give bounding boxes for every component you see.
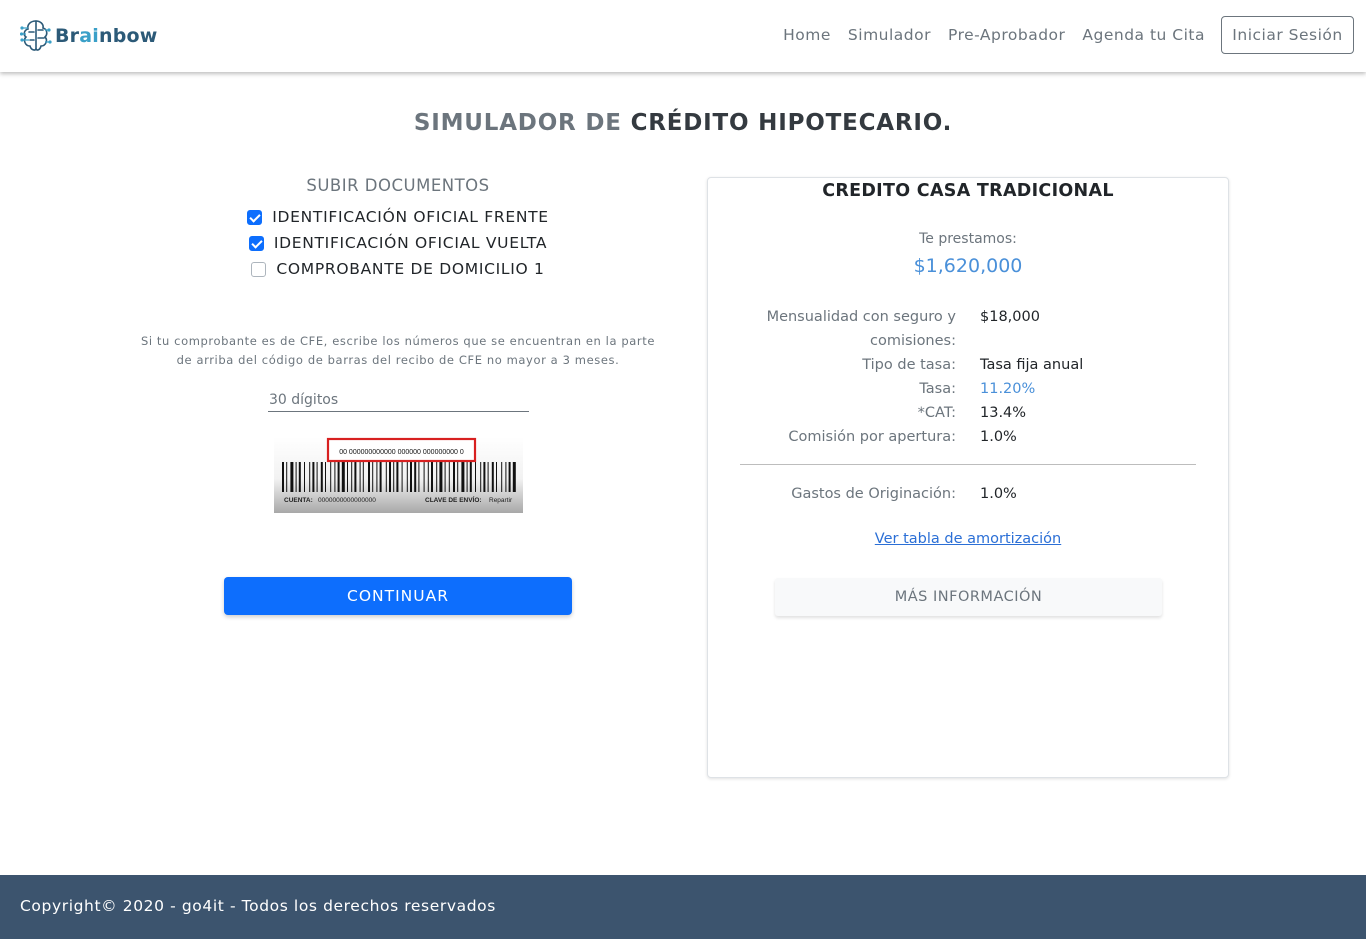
credit-card: CREDITO CASA TRADICIONAL Te prestamos: $…: [707, 177, 1229, 778]
top-navbar: Brainbow Home Simulador Pre-Aprobador Ag…: [0, 0, 1366, 72]
card-divider: [740, 464, 1196, 465]
proof-address-label: COMPROBANTE DE DOMICILIO 1: [276, 260, 545, 278]
rate-type-label: Tipo de tasa:: [862, 357, 956, 373]
lend-amount: $1,620,000: [913, 255, 1023, 277]
more-info-button[interactable]: MÁS INFORMACIÓN: [775, 578, 1162, 616]
amortization-table-link[interactable]: Ver tabla de amortización: [708, 531, 1228, 547]
credit-title: CREDITO CASA TRADICIONAL: [822, 181, 1114, 201]
footer: Copyright© 2020 - go4it - Todos los dere…: [0, 875, 1366, 939]
nav-simulador-link[interactable]: Simulador: [848, 26, 931, 44]
origination-fee-value: 1.0%: [980, 486, 1017, 502]
brain-circuit-logo-icon: [20, 20, 52, 51]
opening-fee-value: 1.0%: [980, 429, 1017, 445]
barcode-clave-value: Repartir: [489, 497, 513, 504]
detail-row-opening-fee: Comisión por apertura: 1.0%: [708, 425, 1228, 449]
monthly-payment-label: Mensualidad con seguro y comisiones:: [766, 309, 956, 349]
detail-row-cat: *CAT: 13.4%: [708, 401, 1228, 425]
detail-row-rate-type: Tipo de tasa: Tasa fija anual: [708, 353, 1228, 377]
document-item-proof-address[interactable]: COMPROBANTE DE DOMICILIO 1: [124, 256, 672, 282]
detail-row-monthly: Mensualidad con seguro y comisiones: $18,…: [708, 305, 1228, 353]
id-front-label: IDENTIFICACIÓN OFICIAL FRENTE: [272, 208, 549, 226]
nav-links: Home Simulador Pre-Aprobador Agenda tu C…: [783, 26, 1205, 44]
cfe-instructions: Si tu comprobante es de CFE, escribe los…: [140, 334, 656, 367]
cfe-barcode-example-image: 00 000000000000 000000 000000000 0 CUENT…: [274, 437, 523, 513]
detail-row-origination: Gastos de Originación: 1.0%: [708, 482, 1228, 506]
nav-pre-aprobador-link[interactable]: Pre-Aprobador: [948, 26, 1065, 44]
cfe-digits-input[interactable]: [268, 388, 529, 412]
page-title: SIMULADOR DE CRÉDITO HIPOTECARIO.: [0, 110, 1366, 136]
documents-section: SUBIR DOCUMENTOS IDENTIFICACIÓN OFICIAL …: [124, 176, 672, 615]
page-title-part2: CRÉDITO HIPOTECARIO.: [630, 110, 953, 136]
brand-logo-link[interactable]: Brainbow: [20, 17, 158, 55]
document-item-id-front[interactable]: IDENTIFICACIÓN OFICIAL FRENTE: [124, 204, 672, 230]
cat-label: *CAT:: [917, 405, 956, 421]
nav-home-link[interactable]: Home: [783, 26, 831, 44]
barcode-top-number: 00 000000000000 000000 000000000 0: [339, 449, 464, 456]
proof-address-checkbox[interactable]: [251, 261, 267, 277]
id-front-checkbox[interactable]: [247, 209, 263, 225]
nav-agenda-link[interactable]: Agenda tu Cita: [1082, 26, 1205, 44]
brand-name: Brainbow: [55, 25, 158, 47]
rate-type-value: Tasa fija anual: [980, 357, 1084, 373]
id-back-label: IDENTIFICACIÓN OFICIAL VUELTA: [273, 234, 548, 252]
barcode-cuenta-label: CUENTA:: [284, 497, 313, 504]
cat-value: 13.4%: [980, 405, 1027, 421]
opening-fee-label: Comisión por apertura:: [788, 429, 956, 445]
rate-value: 11.20%: [980, 381, 1036, 397]
monthly-payment-value: $18,000: [980, 309, 1040, 325]
documents-title: SUBIR DOCUMENTOS: [306, 176, 490, 195]
document-item-id-back[interactable]: IDENTIFICACIÓN OFICIAL VUELTA: [124, 230, 672, 256]
barcode-cuenta-value: 0000000000000000: [318, 497, 376, 504]
rate-label: Tasa:: [919, 381, 956, 397]
continue-button[interactable]: CONTINUAR: [224, 577, 572, 615]
login-button[interactable]: Iniciar Sesión: [1221, 16, 1354, 54]
page-title-part1: SIMULADOR DE: [413, 110, 631, 136]
lend-label: Te prestamos:: [919, 231, 1017, 247]
barcode-clave-label: CLAVE DE ENVÍO:: [425, 495, 482, 504]
footer-copyright: Copyright© 2020 - go4it - Todos los dere…: [20, 897, 496, 915]
detail-row-rate: Tasa: 11.20%: [708, 377, 1228, 401]
origination-fee-label: Gastos de Originación:: [791, 486, 956, 502]
id-back-checkbox[interactable]: [248, 235, 264, 251]
